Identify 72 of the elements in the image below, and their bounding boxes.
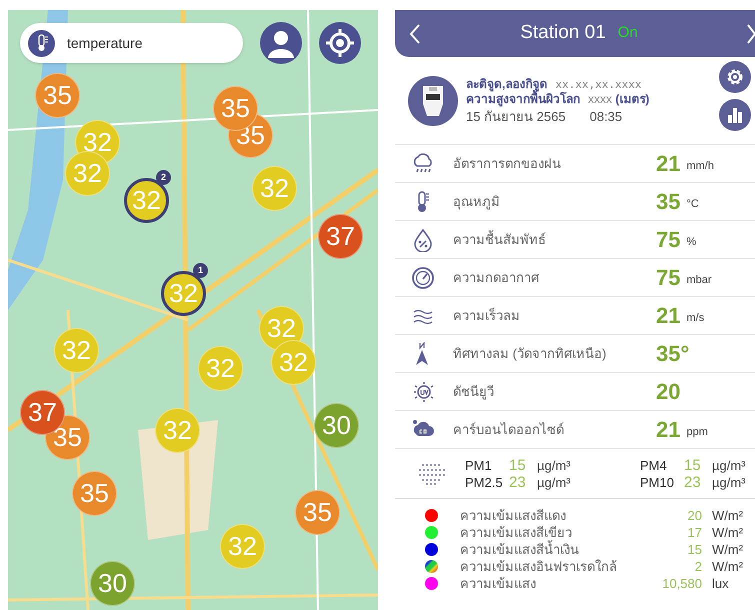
reading-value: 75	[656, 226, 680, 254]
light-value: 17	[686, 524, 702, 542]
reading-value: 75	[656, 264, 680, 292]
pm-label: PM1	[465, 456, 493, 474]
pm-value: 15	[509, 456, 527, 474]
light-value: 10,580	[661, 574, 702, 593]
reading-unit: °C	[686, 197, 699, 212]
thermometer-icon	[28, 30, 55, 56]
light-label: ความเข้มแสงสีเขียว	[460, 524, 573, 540]
station-title: Station 01	[520, 21, 606, 46]
reading-unit: mbar	[686, 273, 712, 288]
light-label: ความเข้มแสงอินฟราเรดใกล้	[460, 558, 618, 576]
particles-icon	[417, 462, 447, 486]
gear-icon	[725, 67, 745, 87]
sun-icon	[411, 380, 435, 404]
pm-value: 23	[684, 474, 702, 490]
pm-unit: µg/m³	[712, 456, 746, 474]
next-button[interactable]	[747, 22, 755, 46]
reading-label: ความชื้นสัมพัทธ์	[453, 230, 547, 249]
pm-label: PM10	[640, 474, 675, 490]
station-status: On	[618, 23, 638, 44]
pm-label: PM2.5	[465, 474, 504, 490]
reading-value: 20	[656, 378, 680, 406]
reading-label: ความเร็วลม	[453, 306, 521, 325]
reading-label: คาร์บอนไดออกไซด์	[453, 420, 565, 439]
coordinates-label: ละติจูด,ลองกิจูด	[466, 77, 548, 92]
settings-button[interactable]	[719, 61, 751, 93]
pm-unit: µg/m³	[537, 474, 570, 490]
reading-value: 21	[656, 150, 680, 178]
date-text: 15 กันยายน 2565	[466, 109, 566, 124]
reading-label: ทิศทางลม (วัดจากทิศเหนือ)	[453, 344, 608, 363]
chevron-right-icon	[747, 22, 755, 44]
pm-unit: µg/m³	[537, 456, 570, 474]
reading-unit: ppm	[686, 425, 708, 440]
search-text: temperature	[67, 34, 142, 53]
reading-value: 35	[656, 188, 680, 216]
light-label: ความเข้มแสงสีแดง	[460, 506, 567, 525]
light-value: 2	[694, 558, 702, 576]
reading-label: อัตราการตกของฝน	[453, 154, 562, 173]
reading-label: อุณหภูมิ	[453, 192, 501, 212]
reading-unit: m/s	[686, 311, 704, 326]
gauge-icon	[411, 266, 435, 290]
weather-station-drawing	[421, 84, 445, 118]
pm-value: 23	[509, 474, 527, 490]
pm-unit: µg/m³	[712, 474, 746, 490]
pm-value: 15	[684, 456, 702, 474]
reading-value: 35°	[656, 340, 690, 368]
light-unit: W/m²	[712, 524, 744, 542]
altitude-label: ความสูงจากพื้นผิวโลก	[466, 92, 580, 107]
reading-label: ความกดอากาศ	[453, 268, 540, 287]
chevron-left-icon	[409, 22, 421, 44]
reading-label: ดัชนียูวี	[453, 382, 495, 402]
light-unit: W/m²	[712, 558, 744, 576]
chart-button[interactable]	[719, 99, 751, 131]
locate-icon	[325, 28, 355, 58]
light-unit: W/m²	[712, 506, 744, 525]
coordinates-value: xx.xx,xx.xxxx	[555, 77, 642, 91]
light-label: ความเข้มแสงสีน้ำเงิน	[460, 540, 580, 559]
reading-value: 21	[656, 416, 680, 444]
light-unit: lux	[712, 574, 729, 593]
pm-label: PM4	[640, 456, 668, 474]
bar-chart-icon	[726, 106, 744, 124]
altitude-value: xxxx (เมตร)	[588, 92, 650, 107]
time-text: 08:35	[590, 109, 622, 124]
reading-unit: %	[686, 235, 696, 250]
light-label: ความเข้มแสง	[460, 574, 537, 593]
reading-unit: mm/h	[686, 159, 714, 174]
search-field[interactable]: temperature	[20, 23, 243, 63]
reading-value: 21	[656, 302, 680, 330]
light-value: 20	[686, 506, 702, 525]
light-value: 15	[686, 540, 702, 559]
light-unit: W/m²	[712, 540, 744, 559]
